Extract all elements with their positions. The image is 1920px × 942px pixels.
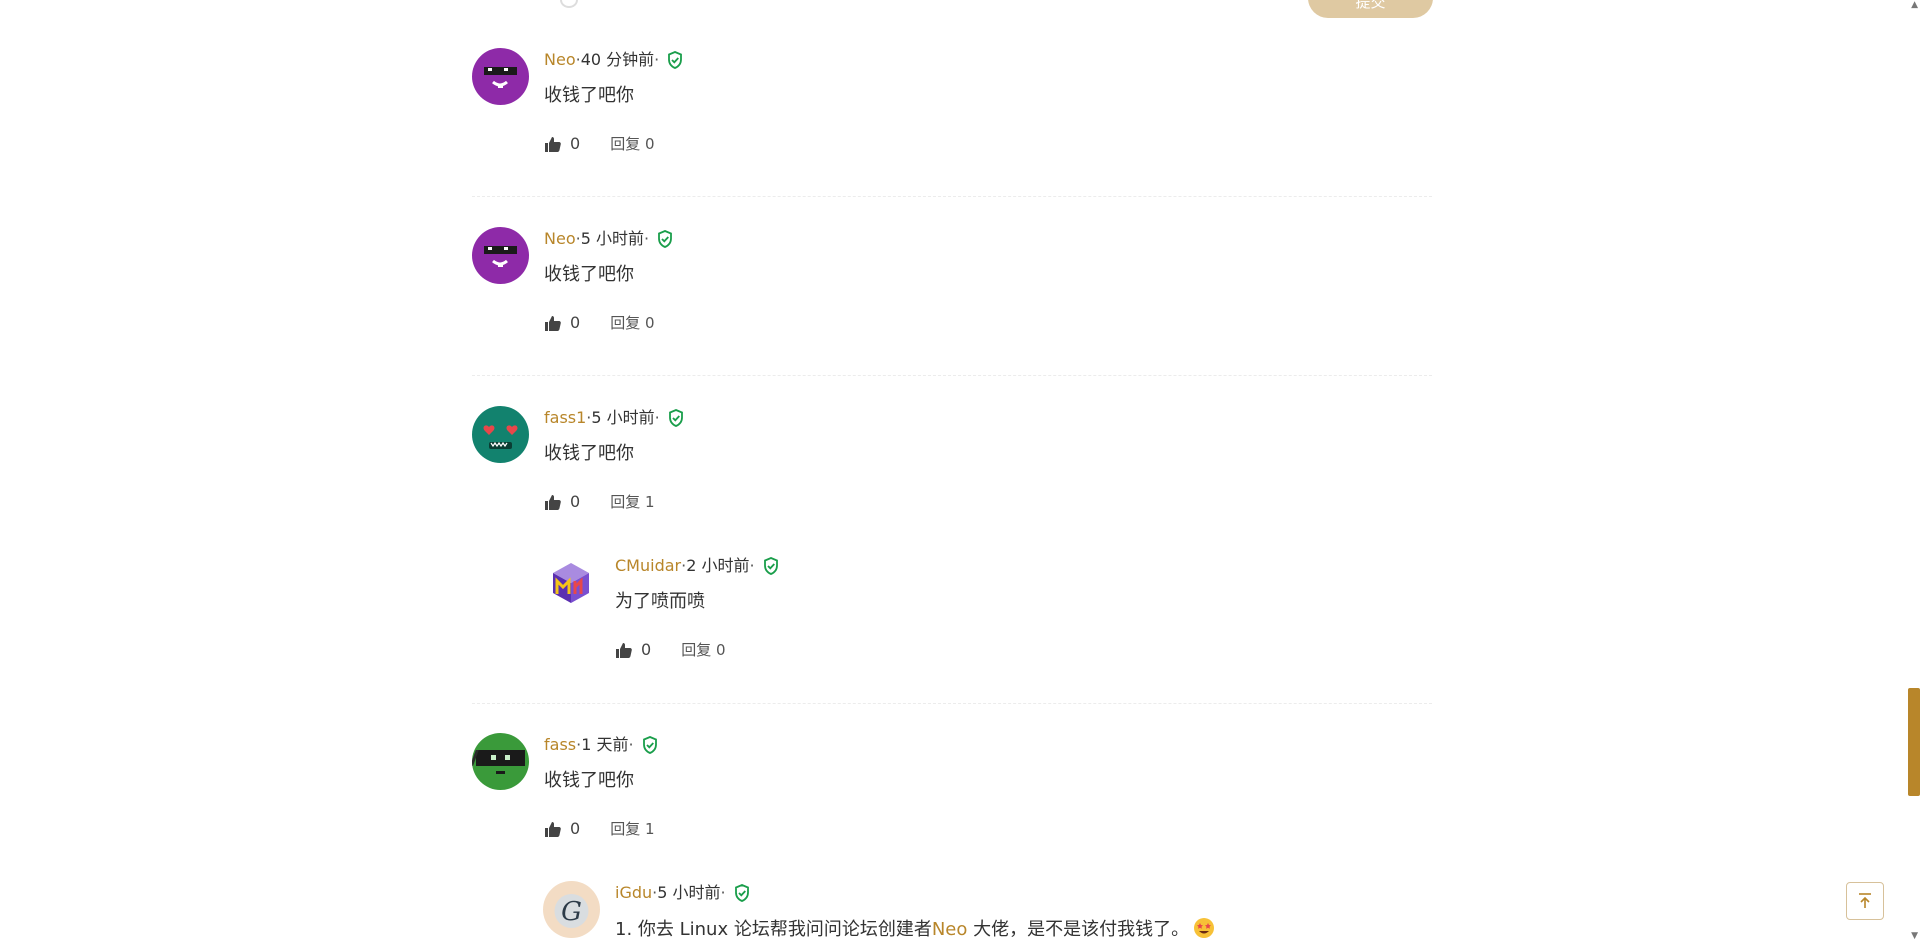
scrollbar-thumb[interactable]: [1908, 688, 1920, 796]
comment-meta: CMuidar · 2 小时前 ·: [615, 556, 781, 576]
meta-separator: ·: [654, 408, 660, 427]
letter-g-avatar: G: [543, 881, 600, 938]
username-link[interactable]: CMuidar: [615, 556, 681, 576]
user-avatar[interactable]: [472, 227, 529, 284]
comment-divider: [472, 703, 1432, 704]
submit-button[interactable]: 提交: [1308, 0, 1433, 18]
like-button[interactable]: 0: [544, 313, 580, 332]
reply-button[interactable]: 回复 0: [610, 133, 654, 154]
shield-check-icon: [658, 230, 672, 248]
meta-separator: ·: [749, 556, 755, 575]
like-button[interactable]: 0: [544, 134, 580, 153]
username-link[interactable]: Neo: [544, 229, 576, 249]
username-link[interactable]: iGdu: [615, 883, 652, 903]
comment-actions: 0 回复 1: [544, 491, 655, 512]
reply-text-pre: 1. 你去 Linux 论坛帮我问问论坛创建者: [615, 919, 932, 940]
arrow-up-to-line-icon: [1859, 893, 1871, 908]
meta-separator: ·: [654, 50, 660, 69]
comment-meta: iGdu · 5 小时前 ·: [615, 883, 752, 903]
comment-body: 1. 你去 Linux 论坛帮我问问论坛创建者Neo 大佬，是不是该付我钱了。: [615, 917, 1215, 942]
like-count: 0: [570, 134, 581, 153]
thumbs-up-icon: [545, 136, 561, 152]
back-to-top-button[interactable]: [1846, 882, 1884, 920]
user-avatar[interactable]: [543, 554, 600, 611]
purple-sunglasses-avatar: [472, 227, 529, 284]
scroll-up-arrow[interactable]: ▲: [1911, 0, 1918, 10]
shield-check-icon: [668, 409, 683, 427]
comment-time: 5 小时前: [657, 883, 721, 902]
comment-time: 5 小时前: [580, 229, 644, 248]
comment-meta: Neo · 5 小时前 ·: [544, 229, 675, 249]
thumbs-up-icon: [616, 642, 632, 658]
like-button[interactable]: 0: [544, 492, 580, 511]
user-mention-link[interactable]: Neo: [932, 919, 968, 940]
username-link[interactable]: fass: [544, 735, 576, 755]
svg-text:G: G: [561, 897, 582, 927]
user-avatar[interactable]: [472, 48, 529, 105]
reply-button[interactable]: 回复 1: [610, 818, 654, 839]
thumbs-up-icon: [545, 821, 561, 837]
user-avatar[interactable]: [472, 406, 529, 463]
comment-divider: [472, 375, 1432, 376]
meta-separator: ·: [720, 883, 726, 902]
comment-body: 收钱了吧你: [544, 264, 634, 285]
like-count: 0: [570, 492, 581, 511]
reply-button[interactable]: 回复 1: [610, 491, 654, 512]
like-button[interactable]: 0: [615, 640, 651, 659]
user-avatar[interactable]: [472, 733, 529, 790]
like-count: 0: [570, 313, 581, 332]
comment-time: 5 小时前: [591, 408, 655, 427]
page-scrollbar[interactable]: ▲ ▼: [1908, 0, 1920, 941]
comment-time: 40 分钟前: [580, 50, 655, 69]
like-count: 0: [641, 640, 652, 659]
comment-body: 收钱了吧你: [544, 85, 634, 106]
shield-check-icon: [763, 557, 778, 575]
comment-divider: [472, 196, 1432, 197]
shield-check-icon: [642, 736, 657, 754]
comment-body: 收钱了吧你: [544, 770, 634, 791]
thumbs-up-icon: [545, 494, 561, 510]
purple-sunglasses-avatar: [472, 48, 529, 105]
reply-button[interactable]: 回复 0: [610, 312, 654, 333]
comment-actions: 0 回复 1: [544, 818, 655, 839]
comment-time: 1 天前: [581, 735, 629, 754]
like-button[interactable]: 0: [544, 819, 580, 838]
comment-meta: fass · 1 天前 ·: [544, 735, 660, 755]
reply-button[interactable]: 回复 0: [681, 639, 725, 660]
comment-time: 2 小时前: [686, 556, 750, 575]
comment-actions: 0 回复 0: [615, 639, 726, 660]
comment-actions: 0 回复 0: [544, 133, 655, 154]
comment-body: 为了喷而喷: [615, 591, 705, 612]
teal-heart-eyes-avatar: [472, 406, 529, 463]
scroll-down-arrow[interactable]: ▼: [1911, 931, 1918, 941]
comment-meta: fass1 · 5 小时前 ·: [544, 408, 686, 428]
shield-check-icon: [734, 884, 749, 902]
username-link[interactable]: Neo: [544, 50, 576, 70]
comment-actions: 0 回复 0: [544, 312, 655, 333]
shield-check-icon: [668, 51, 683, 69]
meta-separator: ·: [643, 229, 650, 248]
comment-body: 收钱了吧你: [544, 443, 634, 464]
comment-meta: Neo · 40 分钟前 ·: [544, 50, 685, 70]
thumbs-up-icon: [545, 315, 561, 331]
like-count: 0: [570, 819, 581, 838]
username-link[interactable]: fass1: [544, 408, 586, 428]
meta-separator: ·: [628, 735, 634, 754]
reply-text-post: 大佬，是不是该付我钱了。: [967, 919, 1190, 940]
partial-input-glyph: [560, 0, 578, 8]
green-ninja-avatar: [472, 733, 529, 790]
purple-cube-avatar: [543, 554, 600, 611]
star-struck-emoji: [1194, 918, 1215, 938]
user-avatar[interactable]: G: [543, 881, 600, 938]
